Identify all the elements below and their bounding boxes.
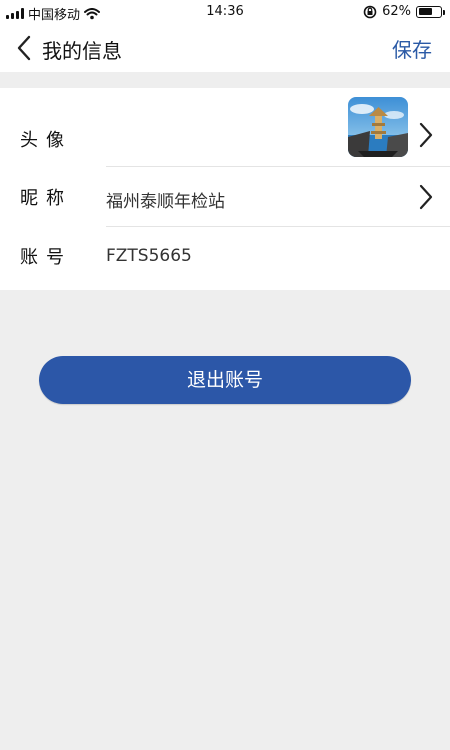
avatar-row[interactable]: 头像 [0,88,450,166]
account-row: 账号 FZTS5665 [0,226,450,290]
nickname-label: 昵称 [20,188,72,209]
divider [106,226,450,227]
avatar[interactable] [348,97,408,157]
logout-button[interactable]: 退出账号 [39,356,411,404]
save-button[interactable]: 保存 [392,34,432,63]
nickname-row[interactable]: 昵称 福州泰顺年检站 [0,166,450,226]
avatar-label: 头像 [20,130,72,151]
page-title: 我的信息 [42,39,122,63]
chevron-left-icon [17,35,31,61]
status-bar: 中国移动 14:36 62% [0,0,450,24]
divider [106,166,450,167]
back-button[interactable] [14,34,36,62]
nav-bar: 我的信息 保存 [0,24,450,72]
profile-card: 头像 昵称 福州泰顺年检站 账号 FZTS5665 [0,88,450,290]
battery-fill [418,8,432,15]
chevron-right-icon [419,122,433,148]
chevron-right-icon [419,184,433,210]
status-right: 62% [363,4,445,19]
battery-percent: 62% [382,4,411,19]
battery-icon [416,5,445,18]
account-label: 账号 [20,247,72,268]
rotation-lock-icon [363,5,377,18]
avatar-image [348,97,408,157]
nickname-value: 福州泰顺年检站 [106,192,225,212]
account-value: FZTS5665 [106,246,192,266]
